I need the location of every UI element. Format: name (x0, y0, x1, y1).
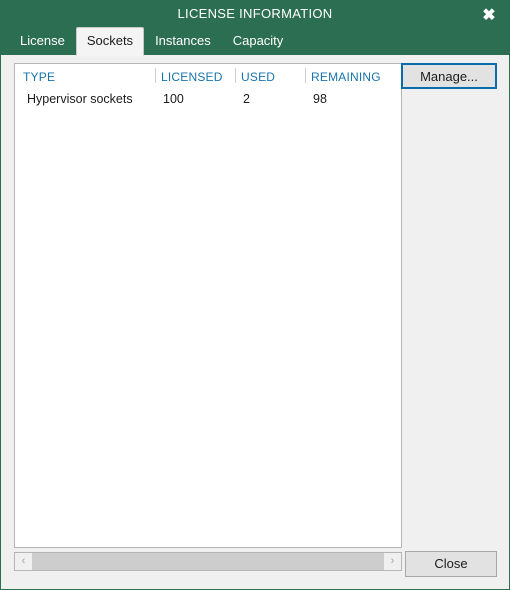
tab-instances[interactable]: Instances (144, 27, 222, 55)
cell-type: Hypervisor sockets (27, 92, 133, 106)
tab-sockets[interactable]: Sockets (75, 27, 145, 56)
cell-used: 2 (243, 92, 250, 106)
scroll-left-icon[interactable]: ‹ (15, 553, 32, 570)
column-header-remaining[interactable]: REMAINING (311, 70, 381, 84)
title-bar: LICENSE INFORMATION ✖ License Sockets In… (1, 1, 509, 56)
tab-capacity[interactable]: Capacity (222, 27, 295, 55)
column-header-type[interactable]: TYPE (23, 70, 55, 84)
column-separator (235, 68, 236, 83)
column-separator (305, 68, 306, 83)
table-header-row: TYPE LICENSED USED REMAINING (15, 64, 401, 88)
scroll-right-icon[interactable]: › (384, 553, 401, 570)
table-row[interactable]: Hypervisor sockets 100 2 98 (15, 88, 401, 112)
column-header-used[interactable]: USED (241, 70, 275, 84)
tab-license[interactable]: License (9, 27, 76, 55)
close-button[interactable]: Close (405, 551, 497, 577)
manage-button[interactable]: Manage... (401, 63, 497, 89)
cell-licensed: 100 (163, 92, 184, 106)
horizontal-scrollbar[interactable]: ‹ › (14, 552, 402, 571)
license-information-dialog: LICENSE INFORMATION ✖ License Sockets In… (0, 0, 510, 590)
dialog-body: TYPE LICENSED USED REMAINING Hypervisor … (1, 55, 509, 589)
close-icon[interactable]: ✖ (479, 7, 499, 25)
cell-remaining: 98 (313, 92, 327, 106)
column-separator (155, 68, 156, 83)
column-header-licensed[interactable]: LICENSED (161, 70, 223, 84)
sockets-table-panel: TYPE LICENSED USED REMAINING Hypervisor … (14, 63, 402, 548)
scrollbar-thumb[interactable] (32, 553, 384, 570)
window-title: LICENSE INFORMATION (177, 6, 333, 21)
table-body: Hypervisor sockets 100 2 98 (15, 88, 401, 112)
tab-strip: License Sockets Instances Capacity (1, 27, 295, 56)
scrollbar-track[interactable] (32, 553, 384, 570)
